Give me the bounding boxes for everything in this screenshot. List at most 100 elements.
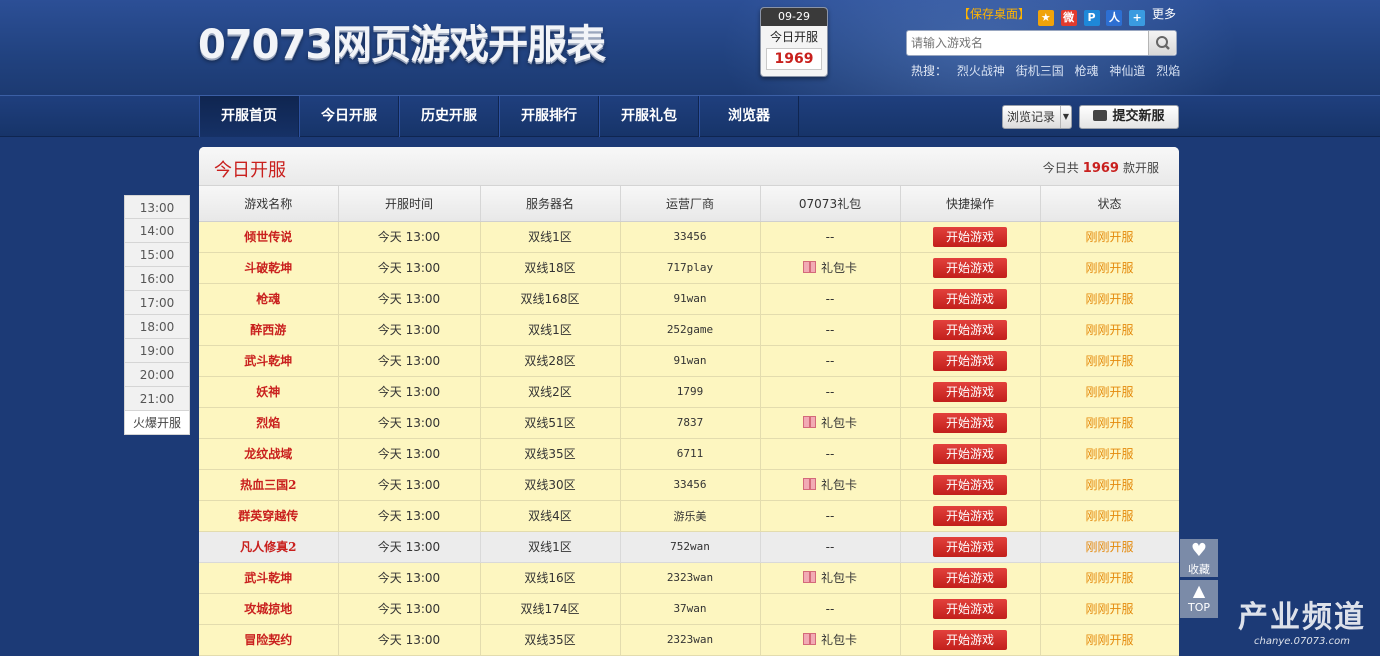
today-calendar[interactable]: 09-29 今日开服 1969 (760, 7, 828, 77)
hot-search-item[interactable]: 神仙道 (1109, 64, 1145, 78)
game-name-link[interactable]: 凡人修真2 (199, 531, 339, 563)
start-game-button[interactable]: 开始游戏 (933, 226, 1007, 247)
status-cell: 刚刚开服 (1040, 221, 1179, 253)
status-link[interactable]: 刚刚开服 (1085, 478, 1133, 492)
status-link[interactable]: 刚刚开服 (1085, 292, 1133, 306)
nav-item-gifts[interactable]: 开服礼包 (599, 96, 699, 137)
gift-card-link[interactable]: 礼包卡 (821, 416, 857, 430)
action-cell: 开始游戏 (900, 252, 1041, 284)
game-name-link[interactable]: 武斗乾坤 (199, 345, 339, 377)
game-name-link[interactable]: 烈焰 (199, 407, 339, 439)
game-name-link[interactable]: 武斗乾坤 (199, 562, 339, 594)
nav-item-browser[interactable]: 浏览器 (699, 96, 799, 137)
start-game-button[interactable]: 开始游戏 (933, 598, 1007, 619)
gift-none: -- (825, 601, 835, 616)
table-header-row: 游戏名称 开服时间 服务器名 运营厂商 07073礼包 快捷操作 状态 (199, 186, 1179, 222)
qzone-icon[interactable]: ★ (1037, 10, 1054, 26)
search-button[interactable] (1148, 31, 1176, 55)
open-time-cell: 今天 13:00 (338, 407, 481, 439)
status-link[interactable]: 刚刚开服 (1085, 416, 1133, 430)
time-filter-item[interactable]: 15:00 (124, 243, 190, 267)
start-game-button[interactable]: 开始游戏 (933, 474, 1007, 495)
status-link[interactable]: 刚刚开服 (1085, 385, 1133, 399)
time-filter-item[interactable]: 20:00 (124, 363, 190, 387)
browse-history-dropdown[interactable]: 浏览记录 ▼ (1002, 105, 1072, 129)
back-to-top-button[interactable]: ▲ TOP (1180, 580, 1218, 618)
gift-cell: 礼包卡 (760, 469, 901, 501)
start-game-button[interactable]: 开始游戏 (933, 567, 1007, 588)
favorite-button[interactable]: ♥ 收藏 (1180, 539, 1218, 577)
status-link[interactable]: 刚刚开服 (1085, 602, 1133, 616)
game-name-link[interactable]: 群英穿越传 (199, 500, 339, 532)
open-time-cell: 今天 13:00 (338, 562, 481, 594)
hot-search-item[interactable]: 枪魂 (1075, 64, 1099, 78)
nav-item-history[interactable]: 历史开服 (399, 96, 499, 137)
col-game-name: 游戏名称 (199, 186, 339, 222)
game-name-link[interactable]: 冒险契约 (199, 624, 339, 656)
gift-card-link[interactable]: 礼包卡 (821, 571, 857, 585)
start-game-button[interactable]: 开始游戏 (933, 381, 1007, 402)
weibo-icon[interactable]: 微 (1060, 10, 1077, 26)
start-game-button[interactable]: 开始游戏 (933, 443, 1007, 464)
start-game-button[interactable]: 开始游戏 (933, 319, 1007, 340)
nav-item-ranking[interactable]: 开服排行 (499, 96, 599, 137)
status-link[interactable]: 刚刚开服 (1085, 447, 1133, 461)
time-filter-item[interactable]: 18:00 (124, 315, 190, 339)
server-name-cell: 双线18区 (480, 252, 621, 284)
time-filter-item[interactable]: 14:00 (124, 219, 190, 243)
gift-card-link[interactable]: 礼包卡 (821, 633, 857, 647)
start-game-button[interactable]: 开始游戏 (933, 412, 1007, 433)
table-row: 冒险契约 今天 13:00 双线35区 2323wan 礼包卡 开始游戏 刚刚开服 (199, 624, 1179, 656)
time-filter-item[interactable]: 19:00 (124, 339, 190, 363)
game-name-link[interactable]: 倾世传说 (199, 221, 339, 253)
gift-card-link[interactable]: 礼包卡 (821, 261, 857, 275)
status-link[interactable]: 刚刚开服 (1085, 354, 1133, 368)
game-name-link[interactable]: 斗破乾坤 (199, 252, 339, 284)
start-game-button[interactable]: 开始游戏 (933, 505, 1007, 526)
time-filter-item[interactable]: 21:00 (124, 387, 190, 411)
nav-item-today[interactable]: 今日开服 (299, 96, 399, 137)
game-name-link[interactable]: 妖神 (199, 376, 339, 408)
game-name-link[interactable]: 枪魂 (199, 283, 339, 315)
hot-search-item[interactable]: 街机三国 (1016, 64, 1064, 78)
save-desktop-link[interactable]: 【保存桌面】 (958, 7, 1030, 21)
status-link[interactable]: 刚刚开服 (1085, 633, 1133, 647)
hot-search-item[interactable]: 烈焰 (1156, 64, 1180, 78)
more-link[interactable]: 更多 (1152, 7, 1176, 21)
hot-search-item[interactable]: 烈火战神 (957, 64, 1005, 78)
time-filter-item[interactable]: 17:00 (124, 291, 190, 315)
time-filter-hot[interactable]: 火爆开服 (124, 411, 190, 435)
submit-new-server-button[interactable]: 提交新服 (1079, 105, 1179, 129)
start-game-button[interactable]: 开始游戏 (933, 288, 1007, 309)
site-logo[interactable]: 07073网页游戏开服表 (198, 18, 606, 72)
start-game-button[interactable]: 开始游戏 (933, 629, 1007, 650)
more-share-icon[interactable]: + (1129, 10, 1146, 26)
start-game-button[interactable]: 开始游戏 (933, 536, 1007, 557)
pengyou-icon[interactable]: P (1083, 10, 1100, 26)
gift-cell: -- (760, 500, 901, 532)
status-link[interactable]: 刚刚开服 (1085, 230, 1133, 244)
game-name-link[interactable]: 龙纹战域 (199, 438, 339, 470)
main-navbar: 开服首页 今日开服 历史开服 开服排行 开服礼包 浏览器 浏览记录 ▼ 提交新服 (0, 95, 1380, 137)
start-game-button[interactable]: 开始游戏 (933, 257, 1007, 278)
col-action: 快捷操作 (900, 186, 1041, 222)
status-link[interactable]: 刚刚开服 (1085, 540, 1133, 554)
status-link[interactable]: 刚刚开服 (1085, 323, 1133, 337)
server-name-cell: 双线35区 (480, 438, 621, 470)
renren-icon[interactable]: 人 (1106, 10, 1123, 26)
nav-item-home[interactable]: 开服首页 (199, 96, 299, 137)
gift-card-link[interactable]: 礼包卡 (821, 478, 857, 492)
game-name-link[interactable]: 热血三国2 (199, 469, 339, 501)
game-name-link[interactable]: 攻城掠地 (199, 593, 339, 625)
table-row: 攻城掠地 今天 13:00 双线174区 37wan -- 开始游戏 刚刚开服 (199, 593, 1179, 625)
status-link[interactable]: 刚刚开服 (1085, 261, 1133, 275)
time-filter-item[interactable]: 16:00 (124, 267, 190, 291)
start-game-button[interactable]: 开始游戏 (933, 350, 1007, 371)
status-cell: 刚刚开服 (1040, 376, 1179, 408)
server-name-cell: 双线28区 (480, 345, 621, 377)
search-input[interactable] (911, 34, 1147, 52)
game-name-link[interactable]: 醉西游 (199, 314, 339, 346)
status-link[interactable]: 刚刚开服 (1085, 571, 1133, 585)
status-link[interactable]: 刚刚开服 (1085, 509, 1133, 523)
time-filter-item[interactable]: 13:00 (124, 195, 190, 219)
